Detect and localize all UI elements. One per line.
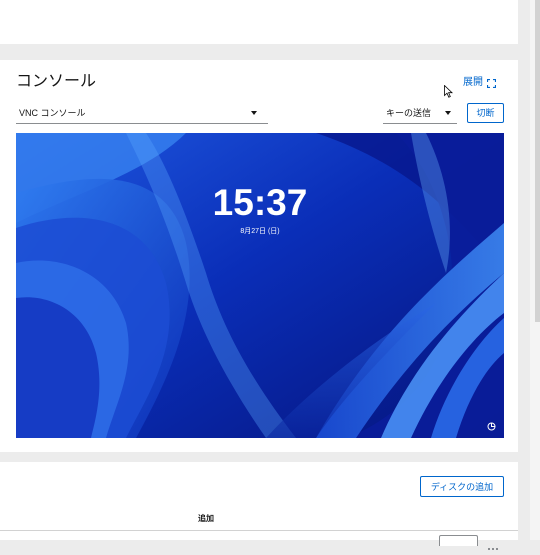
console-type-select[interactable]: VNC コンソール — [16, 103, 268, 124]
add-disk-button[interactable]: ディスクの追加 — [420, 476, 504, 497]
disks-card — [0, 462, 518, 540]
column-header: 追加 — [198, 514, 214, 523]
network-icon — [487, 422, 496, 431]
top-card — [0, 0, 518, 44]
lockscreen-date: 8月27日 (日) — [240, 228, 280, 235]
scrollbar-thumb[interactable] — [535, 0, 540, 322]
expand-label: 展開 — [463, 77, 483, 88]
console-type-value: VNC コンソール — [19, 108, 86, 118]
caret-down-icon — [445, 111, 451, 115]
disconnect-button[interactable]: 切断 — [467, 103, 504, 123]
send-key-value: キーの送信 — [386, 108, 432, 118]
expand-button[interactable]: 展開 — [463, 77, 496, 89]
send-key-select[interactable]: キーの送信 — [383, 103, 457, 124]
row-action-button[interactable] — [439, 535, 478, 546]
lockscreen-time: 15:37 — [212, 182, 308, 223]
vnc-screen[interactable]: 15:37 8月27日 (日) — [16, 133, 504, 438]
wallpaper-image — [16, 133, 504, 438]
caret-down-icon — [251, 111, 257, 115]
table-divider — [0, 530, 518, 531]
mouse-cursor-icon — [444, 85, 453, 98]
expand-icon — [487, 78, 496, 88]
console-title: コンソール — [16, 73, 97, 90]
